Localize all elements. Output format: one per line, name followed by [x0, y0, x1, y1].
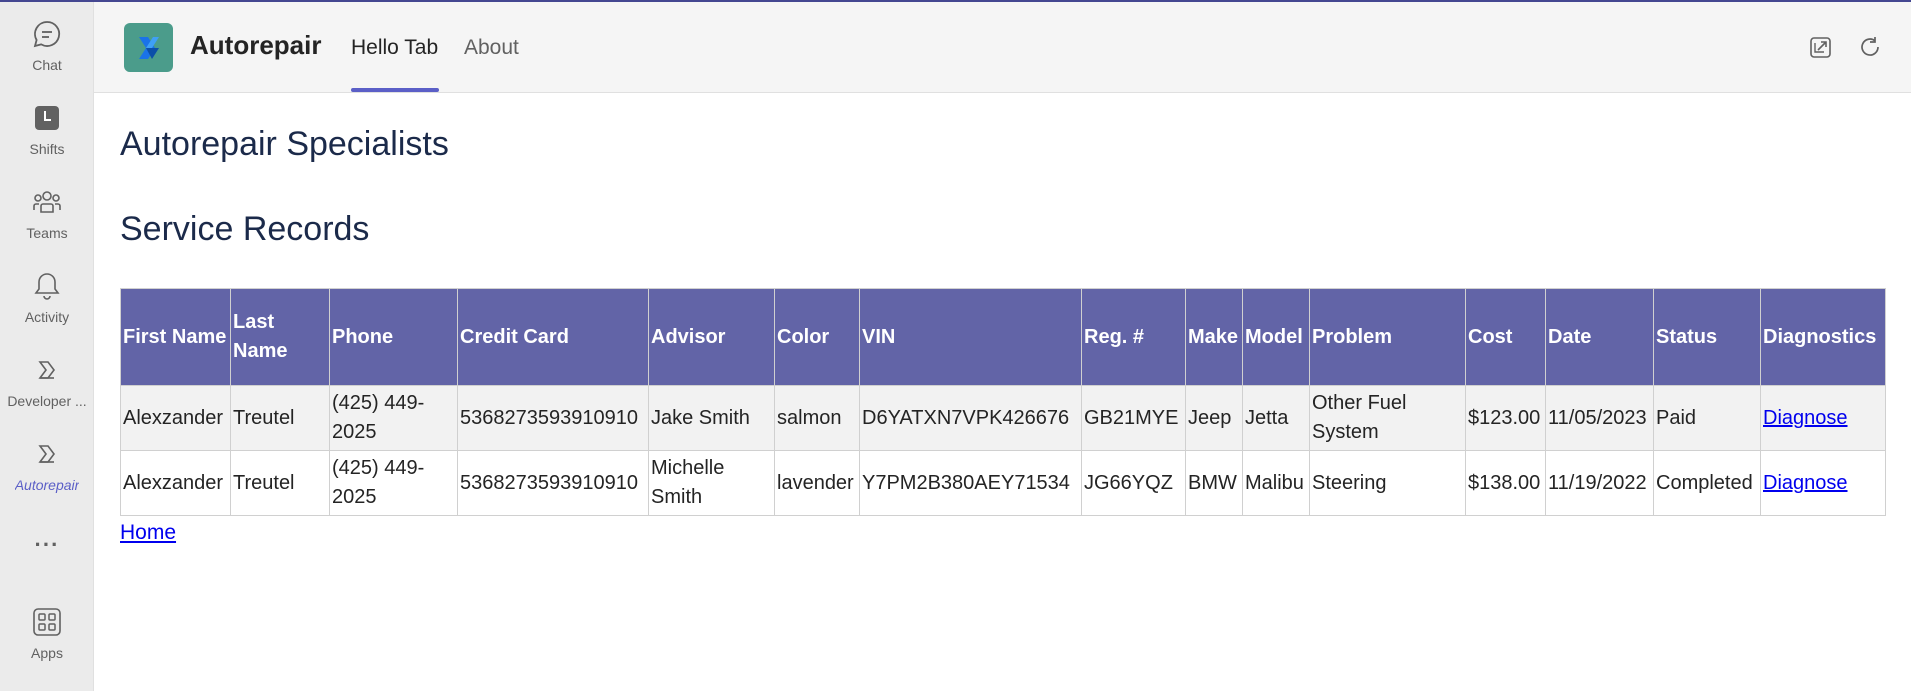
rail-item-chat[interactable]: Chat: [0, 18, 94, 73]
rail-item-activity[interactable]: Activity: [0, 270, 94, 325]
chat-icon: [31, 18, 63, 55]
cell-diagnostics: Diagnose: [1760, 385, 1886, 451]
cell-color: lavender: [774, 450, 860, 516]
app-header: Autorepair Hello Tab About: [94, 2, 1911, 93]
column-header-credit-card: Credit Card: [457, 288, 649, 386]
cell-reg: JG66YQZ: [1081, 450, 1186, 516]
apps-icon: [31, 606, 63, 643]
tab-hello-tab[interactable]: Hello Tab: [351, 36, 438, 60]
developer-portal-icon: [31, 354, 63, 391]
teams-icon: [31, 186, 63, 223]
cell-last-name: Treutel: [230, 450, 330, 516]
column-header-status: Status: [1653, 288, 1761, 386]
autorepair-icon: [31, 438, 63, 475]
active-tab-indicator: [351, 88, 439, 92]
rail-label-apps: Apps: [31, 645, 63, 661]
cell-vin: Y7PM2B380AEY71534: [859, 450, 1082, 516]
rail-label-shifts: Shifts: [29, 141, 65, 157]
column-header-color: Color: [774, 288, 860, 386]
diagnose-link[interactable]: Diagnose: [1763, 407, 1848, 429]
column-header-diagnostics: Diagnostics: [1760, 288, 1886, 386]
popout-icon[interactable]: [1808, 34, 1834, 60]
column-header-reg: Reg. #: [1081, 288, 1186, 386]
cell-advisor: Jake Smith: [648, 385, 775, 451]
cell-model: Malibu: [1242, 450, 1310, 516]
column-header-vin: VIN: [859, 288, 1082, 386]
app-logo-icon: [124, 23, 173, 72]
page-title: Autorepair Specialists: [120, 125, 449, 163]
cell-problem: Other Fuel System: [1309, 385, 1466, 451]
bell-icon: [31, 270, 63, 307]
table-header-row: First Name Last Name Phone Credit Card A…: [120, 288, 1886, 386]
home-link[interactable]: Home: [120, 521, 176, 545]
refresh-icon[interactable]: [1857, 34, 1883, 60]
cell-first-name: Alexzander: [120, 450, 231, 516]
rail-item-autorepair[interactable]: Autorepair: [0, 438, 94, 493]
rail-item-teams[interactable]: Teams: [0, 186, 94, 241]
section-title: Service Records: [120, 210, 370, 248]
cell-problem: Steering: [1309, 450, 1466, 516]
cell-color: salmon: [774, 385, 860, 451]
cell-reg: GB21MYE: [1081, 385, 1186, 451]
cell-first-name: Alexzander: [120, 385, 231, 451]
cell-credit-card: 5368273593910910: [457, 385, 649, 451]
column-header-make: Make: [1185, 288, 1243, 386]
cell-date: 11/19/2022: [1545, 450, 1654, 516]
cell-status: Paid: [1653, 385, 1761, 451]
cell-make: Jeep: [1185, 385, 1243, 451]
table-row: Alexzander Treutel (425) 449-2025 536827…: [120, 385, 1886, 451]
cell-phone: (425) 449-2025: [329, 450, 458, 516]
cell-last-name: Treutel: [230, 385, 330, 451]
column-header-last-name: Last Name: [230, 288, 330, 386]
app-name: Autorepair: [190, 30, 322, 60]
cell-status: Completed: [1653, 450, 1761, 516]
app-rail: Chat Shifts Teams Activity Developer ...…: [0, 2, 94, 691]
more-icon: ···: [34, 532, 60, 557]
rail-item-developer-portal[interactable]: Developer ...: [0, 354, 94, 409]
rail-more-button[interactable]: ···: [0, 530, 94, 558]
cell-date: 11/05/2023: [1545, 385, 1654, 451]
rail-label-autorepair: Autorepair: [14, 477, 80, 493]
rail-item-shifts[interactable]: Shifts: [0, 102, 94, 157]
cell-make: BMW: [1185, 450, 1243, 516]
cell-credit-card: 5368273593910910: [457, 450, 649, 516]
column-header-advisor: Advisor: [648, 288, 775, 386]
column-header-first-name: First Name: [120, 288, 231, 386]
service-records-table: First Name Last Name Phone Credit Card A…: [120, 288, 1886, 516]
column-header-phone: Phone: [329, 288, 458, 386]
shifts-icon: [31, 102, 63, 139]
column-header-cost: Cost: [1465, 288, 1546, 386]
diagnose-link[interactable]: Diagnose: [1763, 472, 1848, 494]
cell-cost: $123.00: [1465, 385, 1546, 451]
column-header-problem: Problem: [1309, 288, 1466, 386]
rail-label-chat: Chat: [32, 57, 62, 73]
cell-vin: D6YATXN7VPK426676: [859, 385, 1082, 451]
rail-item-apps[interactable]: Apps: [0, 606, 94, 661]
tab-about[interactable]: About: [464, 36, 519, 60]
rail-label-developer-portal: Developer ...: [7, 393, 87, 409]
rail-label-activity: Activity: [24, 309, 70, 325]
rail-label-teams: Teams: [26, 225, 68, 241]
column-header-date: Date: [1545, 288, 1654, 386]
table-row: Alexzander Treutel (425) 449-2025 536827…: [120, 450, 1886, 516]
cell-model: Jetta: [1242, 385, 1310, 451]
cell-phone: (425) 449-2025: [329, 385, 458, 451]
column-header-model: Model: [1242, 288, 1310, 386]
cell-cost: $138.00: [1465, 450, 1546, 516]
cell-advisor: Michelle Smith: [648, 450, 775, 516]
cell-diagnostics: Diagnose: [1760, 450, 1886, 516]
